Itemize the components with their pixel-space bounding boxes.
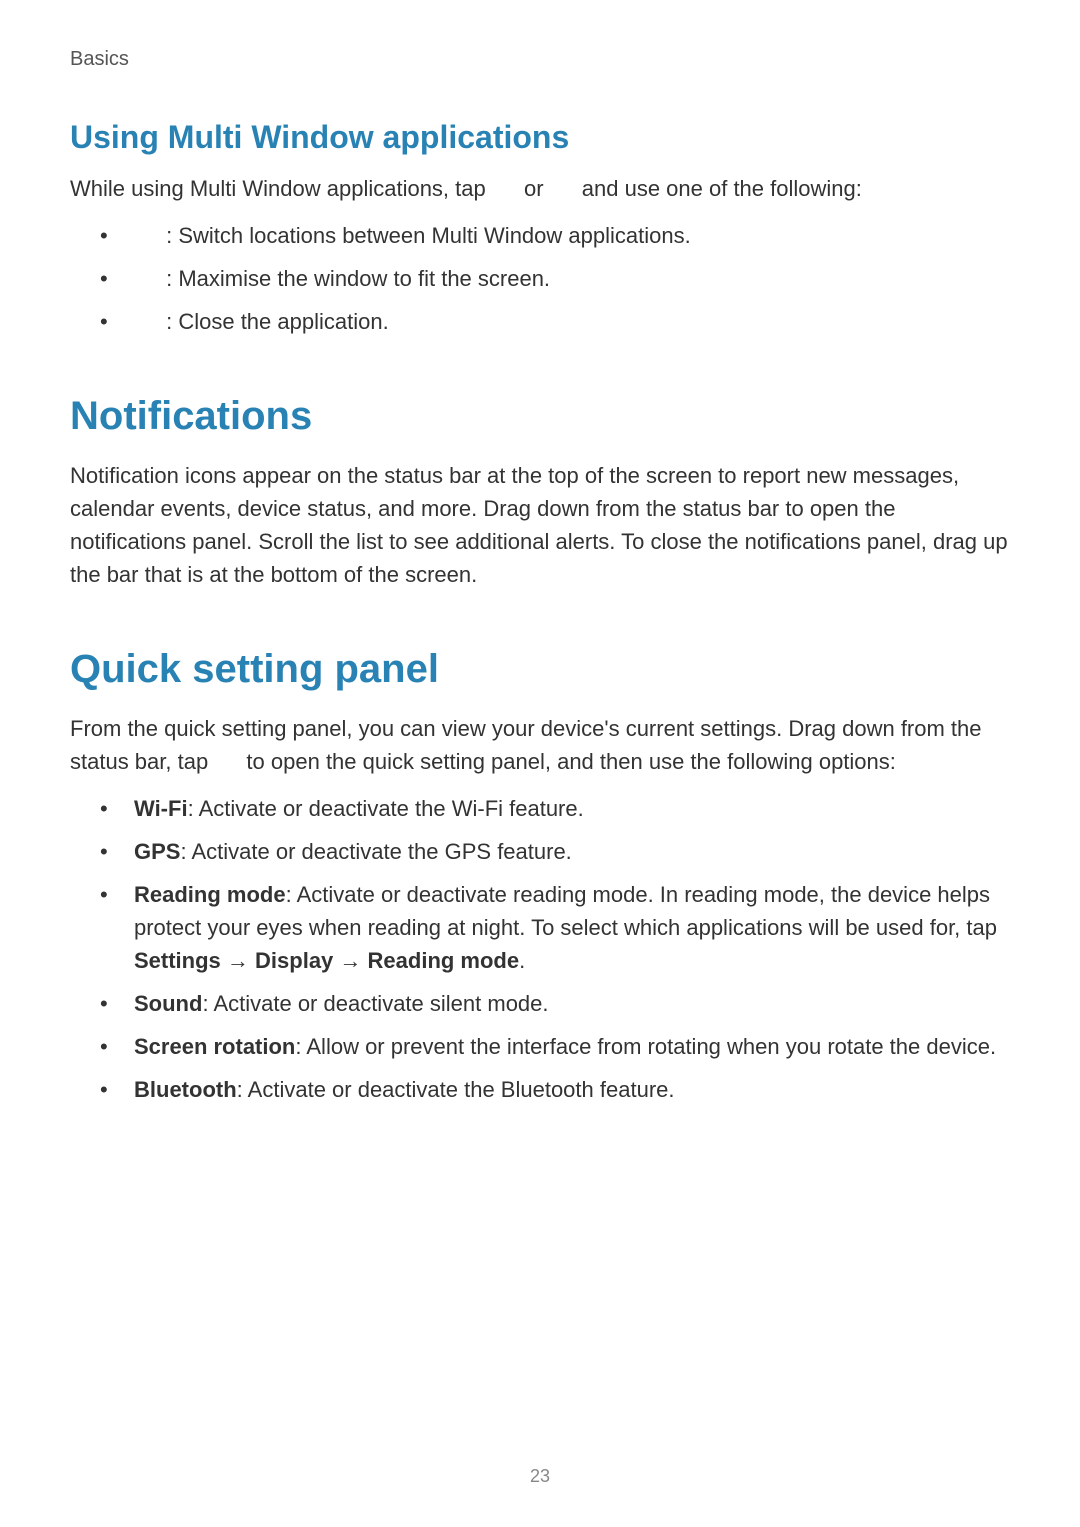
list-item: Screen rotation: Allow or prevent the in… — [100, 1030, 1010, 1063]
intro-text-part1: While using Multi Window applications, t… — [70, 176, 492, 201]
multiwindow-list: : Switch locations between Multi Window … — [70, 219, 1010, 338]
qs-desc: : Activate or deactivate silent mode. — [202, 991, 548, 1016]
quicksetting-list: Wi-Fi: Activate or deactivate the Wi-Fi … — [70, 792, 1010, 1106]
arrow-icon: → — [333, 948, 367, 973]
list-item-text: : Maximise the window to fit the screen. — [160, 266, 550, 291]
qs-desc: : Activate or deactivate the Bluetooth f… — [237, 1077, 675, 1102]
list-item: Wi-Fi: Activate or deactivate the Wi-Fi … — [100, 792, 1010, 825]
page-number: 23 — [0, 1466, 1080, 1487]
list-item: Bluetooth: Activate or deactivate the Bl… — [100, 1073, 1010, 1106]
list-item: Sound: Activate or deactivate silent mod… — [100, 987, 1010, 1020]
page-header-chapter: Basics — [70, 48, 1010, 71]
intro-text-part2: or — [518, 176, 550, 201]
list-item: : Switch locations between Multi Window … — [100, 219, 1010, 252]
qs-desc: : Activate or deactivate the GPS feature… — [180, 839, 571, 864]
qs-path-display: Display — [255, 948, 333, 973]
qs-desc: : Allow or prevent the interface from ro… — [295, 1034, 996, 1059]
section-heading-notifications: Notifications — [70, 394, 1010, 439]
section-heading-multiwindow: Using Multi Window applications — [70, 119, 1010, 156]
list-item: : Maximise the window to fit the screen. — [100, 262, 1010, 295]
qs-term: Screen rotation — [134, 1034, 295, 1059]
list-item: GPS: Activate or deactivate the GPS feat… — [100, 835, 1010, 868]
list-item-text: : Switch locations between Multi Window … — [160, 223, 691, 248]
section-heading-quicksetting: Quick setting panel — [70, 647, 1010, 692]
qs-term: Wi-Fi — [134, 796, 188, 821]
qs-term: Reading mode — [134, 882, 286, 907]
qs-tail: . — [519, 948, 525, 973]
quicksetting-intro: From the quick setting panel, you can vi… — [70, 712, 1010, 778]
list-item: Reading mode: Activate or deactivate rea… — [100, 878, 1010, 977]
multiwindow-intro: While using Multi Window applications, t… — [70, 172, 1010, 205]
qs-term: GPS — [134, 839, 180, 864]
qs-desc: : Activate or deactivate the Wi-Fi featu… — [188, 796, 584, 821]
list-item: : Close the application. — [100, 305, 1010, 338]
list-item-text: : Close the application. — [160, 309, 389, 334]
intro-text-part3: and use one of the following: — [576, 176, 862, 201]
qs-path-settings: Settings — [134, 948, 221, 973]
qs-term: Bluetooth — [134, 1077, 237, 1102]
qs-term: Sound — [134, 991, 202, 1016]
arrow-icon: → — [221, 948, 255, 973]
qs-intro-part2: to open the quick setting panel, and the… — [240, 749, 896, 774]
notifications-paragraph: Notification icons appear on the status … — [70, 459, 1010, 591]
qs-path-readingmode: Reading mode — [368, 948, 520, 973]
